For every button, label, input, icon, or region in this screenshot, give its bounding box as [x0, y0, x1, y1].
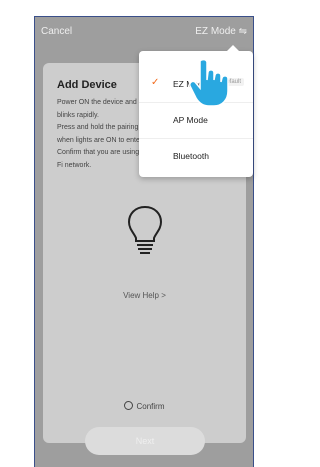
radio-circle-icon[interactable] [124, 401, 134, 410]
menu-item-label: AP Mode [173, 115, 208, 125]
hand-pointer-icon [189, 58, 229, 107]
checkmark-icon: ✓ [151, 77, 160, 88]
view-help-link[interactable]: View Help > [43, 291, 246, 300]
menu-item-bluetooth[interactable]: Bluetooth [139, 139, 253, 175]
top-bar: Cancel EZ Mode ⇋ [35, 17, 253, 51]
next-button[interactable]: Next [85, 427, 205, 455]
cancel-button[interactable]: Cancel [41, 26, 72, 37]
confirm-label: Confirm [136, 402, 165, 411]
menu-item-ap-mode[interactable]: AP Mode [139, 103, 253, 139]
mode-selector-button[interactable]: EZ Mode ⇋ [195, 26, 247, 37]
menu-item-label: Bluetooth [173, 151, 209, 161]
lightbulb-icon [127, 205, 163, 254]
page-title: Add Device [57, 79, 117, 91]
confirm-radio[interactable]: Confirm [43, 401, 246, 411]
